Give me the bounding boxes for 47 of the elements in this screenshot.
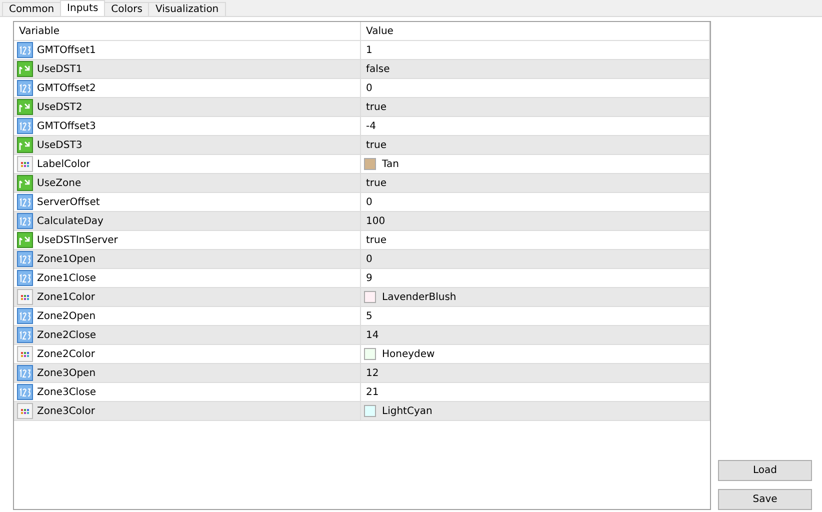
variable-name: GMTOffset1 bbox=[37, 44, 96, 56]
variable-value[interactable]: 0 bbox=[366, 196, 372, 208]
variable-name: UseDSTInServer bbox=[37, 234, 118, 246]
variable-value[interactable]: -4 bbox=[366, 120, 376, 132]
variable-name: Zone1Open bbox=[37, 254, 96, 264]
tab[interactable]: Visualization bbox=[148, 2, 226, 16]
variable-value[interactable]: true bbox=[366, 140, 387, 150]
variable-name: UseDST1 bbox=[37, 64, 82, 74]
variable-name: Zone2Color bbox=[37, 348, 95, 360]
variable-value[interactable]: false bbox=[366, 64, 390, 74]
variable-name: UseDST2 bbox=[37, 102, 82, 112]
variable-value[interactable]: 5 bbox=[366, 310, 372, 322]
column-header[interactable]: Value bbox=[361, 22, 710, 40]
variable-value[interactable]: LightCyan bbox=[382, 406, 432, 416]
action-button[interactable]: Save bbox=[718, 489, 812, 510]
variable-value[interactable]: 9 bbox=[366, 272, 372, 284]
variable-name: Zone2Close bbox=[37, 330, 96, 340]
variable-value[interactable]: true bbox=[366, 178, 387, 188]
variable-value[interactable]: 14 bbox=[366, 330, 379, 340]
variable-value[interactable]: Tan bbox=[382, 158, 399, 170]
variable-name: Zone2Open bbox=[37, 310, 96, 322]
variable-name: UseDST3 bbox=[37, 140, 82, 150]
variable-value[interactable]: 21 bbox=[366, 386, 379, 398]
variable-name: Zone3Color bbox=[37, 406, 95, 416]
variable-name: GMTOffset3 bbox=[37, 120, 96, 132]
variable-name: Zone3Open bbox=[37, 368, 96, 378]
variable-name: CalculateDay bbox=[37, 216, 104, 226]
variable-value[interactable]: 100 bbox=[366, 216, 386, 226]
variable-value[interactable]: true bbox=[366, 234, 387, 246]
variable-name: LabelColor bbox=[37, 158, 90, 170]
variable-name: Zone1Color bbox=[37, 292, 95, 302]
variable-value[interactable]: LavenderBlush bbox=[382, 292, 456, 302]
tab[interactable]: Inputs bbox=[60, 0, 106, 16]
action-button[interactable]: Load bbox=[718, 460, 812, 481]
variable-name: Zone1Close bbox=[37, 272, 96, 284]
column-header[interactable]: Variable bbox=[14, 22, 361, 40]
variable-value[interactable]: 0 bbox=[366, 254, 372, 264]
variable-value[interactable]: 12 bbox=[366, 368, 379, 378]
variable-value[interactable]: Honeydew bbox=[382, 348, 435, 360]
variable-value[interactable]: 0 bbox=[366, 82, 372, 94]
variable-value[interactable]: 1 bbox=[366, 44, 372, 56]
variable-value[interactable]: true bbox=[366, 102, 387, 112]
variable-name: UseZone bbox=[37, 178, 82, 188]
tab[interactable]: Common bbox=[2, 2, 62, 16]
variable-name: ServerOffset bbox=[37, 196, 100, 208]
variable-name: GMTOffset2 bbox=[37, 82, 96, 94]
variable-name: Zone3Close bbox=[37, 386, 96, 398]
